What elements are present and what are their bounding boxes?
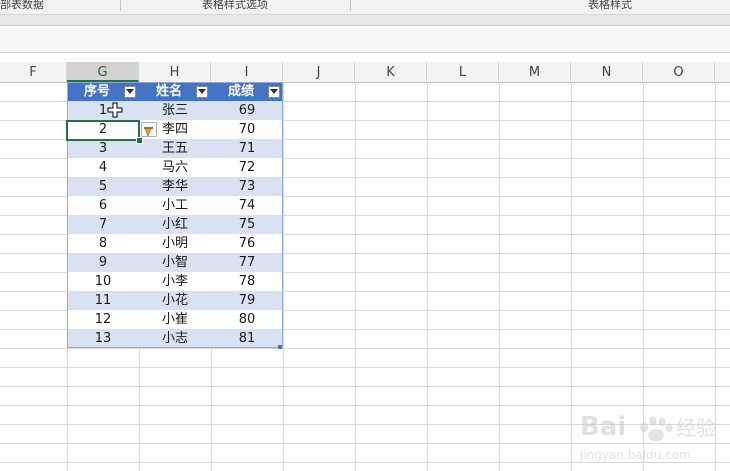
ribbon-group-table-style-options: 表格样式选项: [202, 0, 268, 11]
grid-vertical-line: [355, 82, 356, 471]
table-cell-name[interactable]: 张三: [139, 101, 211, 120]
table-cell-score[interactable]: 71: [211, 139, 283, 158]
table-cell-score[interactable]: 70: [211, 120, 283, 139]
grid-horizontal-line: [0, 386, 730, 387]
table-cell-name[interactable]: 小工: [139, 196, 211, 215]
table-cell-score[interactable]: 81: [211, 329, 283, 348]
watermark-brand: Bai: [580, 412, 626, 442]
ribbon-group-labels: 部表数据 表格样式选项 表格样式: [0, 0, 730, 15]
column-header-k[interactable]: K: [355, 62, 427, 82]
table-cell-seq[interactable]: 9: [67, 253, 139, 272]
ribbon-group-table-styles: 表格样式: [588, 0, 632, 11]
filter-dropdown-icon[interactable]: [124, 86, 136, 98]
fill-handle[interactable]: [136, 137, 143, 144]
formula-bar-area[interactable]: [0, 26, 730, 53]
table-cell-name[interactable]: 小李: [139, 272, 211, 291]
table-cell-seq[interactable]: 12: [67, 310, 139, 329]
grid-horizontal-line: [0, 367, 730, 368]
ribbon-bottom-bar: [0, 15, 730, 26]
column-header-o[interactable]: O: [643, 62, 715, 82]
table-cell-seq[interactable]: 6: [67, 196, 139, 215]
table-cell-score[interactable]: 74: [211, 196, 283, 215]
table-cell-score[interactable]: 75: [211, 215, 283, 234]
table-cell-name[interactable]: 小花: [139, 291, 211, 310]
grid-vertical-line: [499, 82, 500, 471]
table-cell-score[interactable]: 69: [211, 101, 283, 120]
table-cell-name[interactable]: 王五: [139, 139, 211, 158]
table-cell-seq[interactable]: 3: [67, 139, 139, 158]
column-header-n[interactable]: N: [571, 62, 643, 82]
column-header-l[interactable]: L: [427, 62, 499, 82]
smart-tag-icon[interactable]: [141, 122, 157, 137]
watermark-url: jingyan.baidu.com: [579, 448, 691, 462]
table-cell-seq[interactable]: 7: [67, 215, 139, 234]
filter-dropdown-icon[interactable]: [196, 86, 208, 98]
table-header-label: 成绩: [227, 84, 254, 99]
table-header-name[interactable]: 姓名: [139, 82, 211, 101]
table-resize-handle[interactable]: [278, 345, 282, 349]
table-cell-name[interactable]: 小红: [139, 215, 211, 234]
table-header-score[interactable]: 成绩: [211, 82, 283, 101]
paw-icon: [640, 416, 673, 441]
table-cell-name[interactable]: 马六: [139, 158, 211, 177]
table-cell-seq[interactable]: 13: [67, 329, 139, 348]
column-header-i[interactable]: I: [211, 62, 283, 82]
ribbon-group-external-data: 部表数据: [0, 0, 44, 11]
table-cell-name[interactable]: 小智: [139, 253, 211, 272]
grid-vertical-line: [283, 82, 284, 471]
table-header-label: 序号: [83, 84, 110, 99]
table-header-label: 姓名: [155, 84, 182, 99]
table-cell-name[interactable]: 李华: [139, 177, 211, 196]
table-cell-seq[interactable]: 4: [67, 158, 139, 177]
grid-vertical-line: [571, 82, 572, 471]
column-header-g[interactable]: G: [67, 62, 139, 82]
baidu-jingyan-watermark: Bai 经验 jingyan.baidu.com: [579, 412, 716, 462]
column-header-row: F G H I J K L M N O: [0, 62, 730, 83]
filter-dropdown-icon[interactable]: [268, 86, 280, 98]
table-cell-seq[interactable]: 8: [67, 234, 139, 253]
table-cell-score[interactable]: 80: [211, 310, 283, 329]
column-header-m[interactable]: M: [499, 62, 571, 82]
table-cell-score[interactable]: 79: [211, 291, 283, 310]
table-cell-seq[interactable]: 1: [67, 101, 139, 120]
table-cell-name[interactable]: 小志: [139, 329, 211, 348]
column-header-f[interactable]: F: [0, 62, 67, 82]
ribbon-divider: [350, 0, 351, 11]
table-cell-name[interactable]: 小明: [139, 234, 211, 253]
table-cell-seq[interactable]: 11: [67, 291, 139, 310]
table-cell-score[interactable]: 78: [211, 272, 283, 291]
column-header-j[interactable]: J: [283, 62, 355, 82]
ribbon-divider: [120, 0, 121, 11]
column-header-h[interactable]: H: [139, 62, 211, 82]
table-cell-seq[interactable]: 5: [67, 177, 139, 196]
grid-vertical-line: [427, 82, 428, 471]
table-cell-name[interactable]: 小崔: [139, 310, 211, 329]
table-header-seq[interactable]: 序号: [67, 82, 139, 101]
cursor-cross-icon: [107, 102, 123, 118]
grid-horizontal-line: [0, 348, 730, 349]
table-cell-seq[interactable]: 10: [67, 272, 139, 291]
watermark-suffix: 经验: [676, 416, 716, 440]
table-cell-score[interactable]: 73: [211, 177, 283, 196]
table-cell-score[interactable]: 72: [211, 158, 283, 177]
active-cell-g2[interactable]: [66, 120, 140, 141]
table-cell-score[interactable]: 77: [211, 253, 283, 272]
table-cell-score[interactable]: 76: [211, 234, 283, 253]
